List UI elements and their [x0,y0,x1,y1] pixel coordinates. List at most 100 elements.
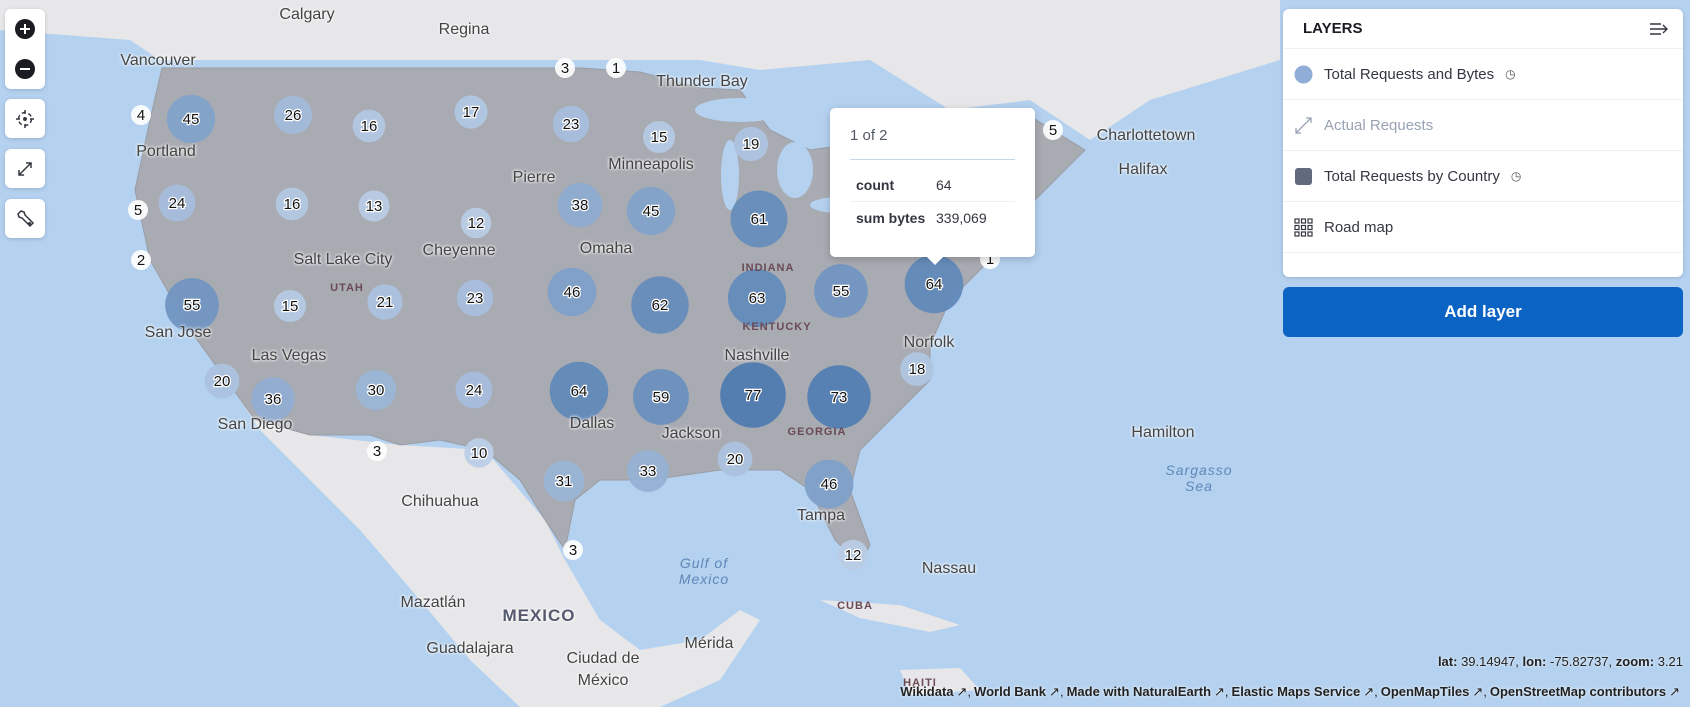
zoom-in-icon[interactable] [14,18,36,40]
cluster-marker[interactable]: 15 [273,289,307,323]
cluster-marker[interactable]: 1 [606,58,626,78]
external-link-icon: ↗, [1363,684,1378,699]
cluster-marker[interactable]: 63 [727,268,787,328]
map-label: Thunder Bay [656,73,748,90]
map-label: Tampa [796,507,846,524]
attribution-link[interactable]: Wikidata [900,684,953,699]
cluster-marker[interactable]: 16 [275,187,309,221]
cluster-marker[interactable]: 21 [367,284,403,320]
cluster-marker[interactable]: 15 [642,120,676,154]
cluster-marker[interactable]: 18 [900,352,934,386]
map-label: Ciudad de [566,650,640,667]
layer-label: Total Requests and Bytes [1324,65,1495,83]
cluster-marker[interactable]: 26 [273,95,313,135]
cluster-count: 63 [749,290,766,307]
cluster-count: 55 [184,297,201,314]
cluster-marker[interactable]: 61 [730,190,788,248]
map-label: Cheyenne [422,242,496,259]
cluster-marker[interactable]: 3 [367,441,387,461]
map-label: KENTUCKY [742,321,812,333]
cluster-marker[interactable]: 77 [720,362,786,428]
add-layer-button[interactable]: Add layer [1283,287,1683,337]
cluster-marker[interactable]: 4 [131,105,151,125]
cluster-count: 15 [651,129,668,146]
attribution-link[interactable]: OpenMapTiles [1381,684,1470,699]
cluster-marker[interactable]: 23 [552,105,590,143]
cluster-count: 45 [643,203,660,220]
cluster-marker[interactable]: 19 [733,126,769,162]
cluster-marker[interactable]: 45 [626,186,676,236]
layer-total-requests-by-country[interactable]: Total Requests by Country ◷ [1283,151,1683,202]
layer-total-requests-and-bytes[interactable]: Total Requests and Bytes ◷ [1283,49,1683,100]
cluster-marker[interactable]: 59 [633,369,689,425]
cluster-marker[interactable]: 55 [814,264,868,318]
cluster-marker[interactable]: 24 [455,371,493,409]
cluster-marker[interactable]: 5 [128,200,148,220]
tooltip-key: sum bytes [856,210,926,226]
cluster-marker[interactable]: 2 [131,250,151,270]
cluster-count: 46 [564,284,581,301]
attribution-link[interactable]: Made with NaturalEarth [1067,684,1211,699]
cluster-count: 16 [361,118,378,135]
cluster-marker[interactable]: 17 [454,95,488,129]
cluster-marker[interactable]: 45 [166,94,216,144]
cluster-marker[interactable]: 24 [158,184,196,222]
attribution: Wikidata ↗, World Bank ↗, Made with NaturalE… [900,684,1683,700]
cluster-count: 59 [653,389,670,406]
cluster-marker[interactable]: 12 [460,207,492,239]
cluster-marker[interactable]: 23 [456,279,494,317]
map-label: México [577,672,629,689]
zoom-out-icon[interactable] [14,58,36,80]
cluster-marker[interactable]: 5 [1043,120,1063,140]
cluster-marker[interactable]: 20 [204,363,240,399]
arrows-icon [1295,116,1312,134]
coordinate-readout: lat: 39.14947, lon: -75.82737, zoom: 3.2… [1437,654,1683,669]
attribution-link[interactable]: OpenStreetMap contributors [1490,684,1666,699]
cluster-marker[interactable]: 33 [627,450,669,492]
cluster-marker[interactable]: 62 [631,276,689,334]
cluster-count: 64 [571,383,588,400]
tooltip-pagination[interactable]: 1 of 2 [850,108,1015,160]
cluster-count: 3 [561,60,569,77]
layer-actual-requests[interactable]: Actual Requests [1283,100,1683,151]
cluster-count: 24 [466,382,483,399]
map-label: Regina [438,21,490,38]
cluster-marker[interactable]: 38 [557,182,603,228]
cluster-count: 5 [134,202,142,219]
fullscreen-button[interactable] [5,149,45,188]
layer-label: Actual Requests [1324,116,1434,134]
cluster-marker[interactable]: 3 [555,58,575,78]
map-label: Hamilton [1131,424,1195,441]
cluster-marker[interactable]: 30 [355,369,397,411]
cluster-marker[interactable]: 46 [804,459,854,509]
layer-road-map[interactable]: Road map [1283,202,1683,253]
tooltip-key: count [856,176,895,193]
collapse-panel-icon[interactable] [1649,21,1669,37]
cluster-marker[interactable]: 13 [358,190,390,222]
tools-button[interactable] [5,199,45,238]
cluster-marker[interactable]: 64 [549,361,609,421]
map-label: Nassau [921,560,977,577]
map-label: Halifax [1118,161,1168,178]
cluster-count: 23 [563,116,580,133]
cluster-marker[interactable]: 10 [464,438,494,468]
cluster-count: 33 [640,463,657,480]
cluster-count: 38 [572,197,589,214]
cluster-marker[interactable]: 20 [717,441,753,477]
cluster-count: 61 [751,211,768,228]
cluster-marker[interactable]: 73 [807,365,871,429]
cluster-count: 73 [831,389,848,406]
set-view-button[interactable] [5,99,45,138]
cluster-marker[interactable]: 36 [251,377,295,421]
cluster-marker[interactable]: 46 [547,267,597,317]
cluster-count: 46 [821,476,838,493]
map-label: Las Vegas [251,347,327,364]
cluster-count: 31 [556,473,573,490]
cluster-marker[interactable]: 31 [543,460,585,502]
tooltip-row: sum bytes 339,069 [850,201,1015,234]
cluster-marker[interactable]: 3 [563,540,583,560]
attribution-link[interactable]: World Bank [974,684,1046,699]
cluster-marker[interactable]: 12 [837,539,869,571]
cluster-marker[interactable]: 16 [352,109,386,143]
attribution-link[interactable]: Elastic Maps Service [1232,684,1361,699]
